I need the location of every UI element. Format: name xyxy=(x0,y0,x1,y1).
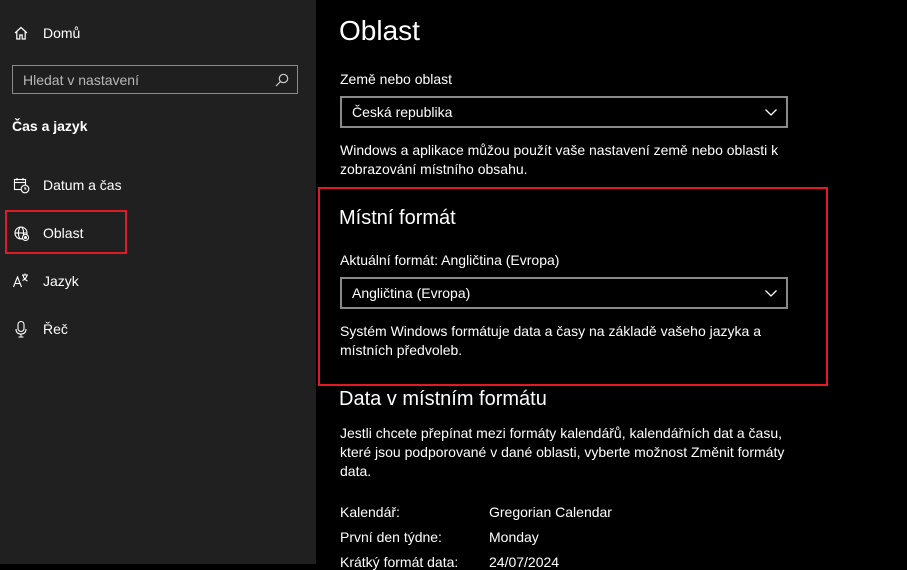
short-date-value: 24/07/2024 xyxy=(489,554,560,570)
home-icon xyxy=(12,24,30,42)
sidebar-item-speech[interactable]: Řeč xyxy=(0,309,316,349)
main-content: Oblast Země nebo oblast Česká republika … xyxy=(316,0,907,570)
chevron-down-icon xyxy=(764,105,778,119)
sidebar-item-label: Datum a čas xyxy=(43,177,122,193)
chevron-down-icon xyxy=(764,286,778,300)
short-date-key: Krátký formát data: xyxy=(340,554,459,570)
country-dropdown[interactable]: Česká republika xyxy=(340,96,788,128)
microphone-icon xyxy=(12,320,30,338)
search-box[interactable] xyxy=(12,65,298,94)
calendar-value: Gregorian Calendar xyxy=(489,504,612,520)
home-nav-item[interactable]: Domů xyxy=(0,13,316,53)
sidebar-item-language[interactable]: Jazyk xyxy=(0,261,316,301)
regional-format-description: Systém Windows formátuje data a časy na … xyxy=(340,323,761,358)
search-icon[interactable] xyxy=(274,72,290,88)
sidebar: Domů Čas a jazyk Datum a čas xyxy=(0,0,316,564)
highlight-box-region-nav xyxy=(5,210,127,254)
sidebar-item-date-time[interactable]: Datum a čas xyxy=(0,165,316,205)
first-day-key: První den týdne: xyxy=(340,529,442,545)
first-day-value: Monday xyxy=(489,529,539,545)
section-title: Čas a jazyk xyxy=(12,118,88,134)
country-label: Země nebo oblast xyxy=(340,71,453,87)
calendar-key: Kalendář: xyxy=(340,504,400,520)
format-data-heading: Data v místním formátu xyxy=(339,388,547,410)
sidebar-item-label: Řeč xyxy=(43,321,68,337)
regional-format-heading: Místní formát xyxy=(339,207,456,229)
current-format-label: Aktuální formát: Angličtina (Evropa) xyxy=(340,252,560,268)
country-description: Windows a aplikace můžou použít vaše nas… xyxy=(340,142,779,177)
format-data-description: Jestli chcete přepínat mezi formáty kale… xyxy=(340,425,785,479)
page-title: Oblast xyxy=(339,15,420,46)
search-input[interactable] xyxy=(13,66,273,93)
language-icon xyxy=(12,272,30,290)
home-label: Domů xyxy=(43,25,81,41)
regional-format-dropdown[interactable]: Angličtina (Evropa) xyxy=(340,277,788,309)
country-value: Česká republika xyxy=(352,104,453,120)
sidebar-item-label: Jazyk xyxy=(43,273,79,289)
regional-format-value: Angličtina (Evropa) xyxy=(352,285,471,301)
calendar-clock-icon xyxy=(12,176,30,194)
